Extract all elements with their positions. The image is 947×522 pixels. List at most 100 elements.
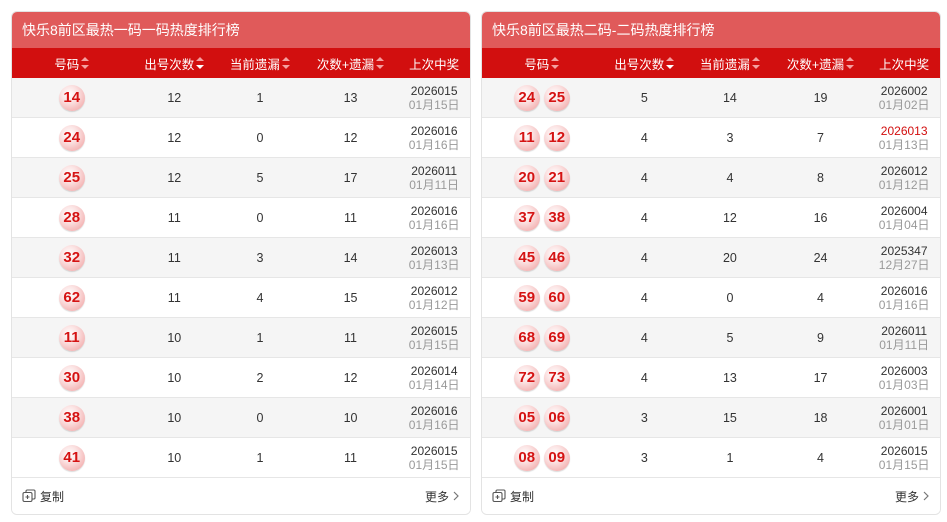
number-cell: 14 — [12, 78, 131, 117]
miss-cell: 1 — [256, 90, 264, 105]
miss-cell: 3 — [256, 250, 264, 265]
sum-cell: 14 — [343, 250, 358, 265]
number-ball: 24 — [513, 84, 540, 111]
number-cell: 41 — [12, 438, 131, 477]
sum-cell: 13 — [343, 90, 358, 105]
last-win-cell: 2026001 01月01日 — [868, 398, 940, 437]
period-number: 2026002 — [880, 83, 928, 98]
table-row: 62 11 4 15 2026012 01月12日 — [12, 278, 470, 318]
number-ball: 25 — [58, 164, 85, 191]
draw-date: 01月15日 — [408, 97, 460, 112]
number-ball: 21 — [543, 164, 570, 191]
number-cell: 59 60 — [482, 278, 601, 317]
number-ball: 38 — [58, 404, 85, 431]
last-win-cell: 2026002 01月02日 — [868, 78, 940, 117]
period-number: 2026003 — [880, 363, 928, 378]
sum-cell: 8 — [817, 170, 824, 185]
sum-cell: 24 — [813, 250, 828, 265]
number-ball: 69 — [543, 324, 570, 351]
more-link[interactable]: 更多 — [425, 488, 460, 505]
count-cell: 12 — [167, 90, 182, 105]
number-cell: 11 — [12, 318, 131, 357]
number-cell: 20 21 — [482, 158, 601, 197]
sort-icon — [196, 57, 205, 69]
period-number: 2026016 — [410, 203, 458, 218]
number-ball: 06 — [543, 404, 570, 431]
draw-date: 01月14日 — [408, 377, 460, 392]
table-row: 05 06 3 15 18 2026001 01月01日 — [482, 398, 940, 438]
col-miss[interactable]: 当前遗漏 — [217, 48, 303, 78]
period-number: 2026016 — [410, 403, 458, 418]
miss-cell: 15 — [722, 410, 737, 425]
last-win-cell: 2026012 01月12日 — [398, 278, 470, 317]
hot-single-ranking-panel: 快乐8前区最热一码一码热度排行榜 号码 出号次数 当前遗漏 次数+遗漏 上次中奖… — [11, 11, 471, 515]
draw-date: 01月04日 — [878, 217, 930, 232]
chevron-right-icon — [923, 491, 929, 501]
col-last-win: 上次中奖 — [409, 57, 460, 72]
number-ball: 11 — [58, 324, 85, 351]
col-count[interactable]: 出号次数 — [131, 48, 217, 78]
col-count[interactable]: 出号次数 — [601, 48, 687, 78]
number-ball: 41 — [58, 444, 85, 471]
last-win-cell: 2026015 01月15日 — [398, 78, 470, 117]
number-ball: 11 — [513, 124, 540, 151]
number-cell: 32 — [12, 238, 131, 277]
period-number: 2026004 — [880, 203, 928, 218]
number-cell: 62 — [12, 278, 131, 317]
table-row: 45 46 4 20 24 2025347 12月27日 — [482, 238, 940, 278]
miss-cell: 1 — [256, 330, 264, 345]
period-number: 2026016 — [410, 123, 458, 138]
number-cell: 24 25 — [482, 78, 601, 117]
number-ball: 45 — [513, 244, 540, 271]
miss-cell: 0 — [726, 290, 734, 305]
table-row: 20 21 4 4 8 2026012 01月12日 — [482, 158, 940, 198]
miss-cell: 4 — [256, 290, 264, 305]
sum-cell: 11 — [344, 210, 358, 225]
sort-icon — [81, 57, 90, 69]
number-ball: 28 — [58, 204, 85, 231]
sum-cell: 15 — [343, 290, 358, 305]
draw-date: 01月15日 — [408, 457, 460, 472]
col-sum[interactable]: 次数+遗漏 — [773, 48, 869, 78]
col-sum[interactable]: 次数+遗漏 — [303, 48, 399, 78]
number-ball: 38 — [543, 204, 570, 231]
col-number[interactable]: 号码 — [12, 48, 131, 78]
last-win-cell: 2026013 01月13日 — [398, 238, 470, 277]
draw-date: 01月15日 — [408, 337, 460, 352]
period-number: 2026015 — [410, 443, 458, 458]
count-cell: 11 — [167, 290, 181, 305]
hot-pair-ranking-panel: 快乐8前区最热二码-二码热度排行榜 号码 出号次数 当前遗漏 次数+遗漏 上次中… — [481, 11, 941, 515]
table-row: 14 12 1 13 2026015 01月15日 — [12, 78, 470, 118]
number-ball: 24 — [58, 124, 85, 151]
sort-icon — [551, 57, 560, 69]
sum-cell: 4 — [817, 450, 824, 465]
count-cell: 4 — [640, 170, 648, 185]
period-number: 2026014 — [410, 363, 458, 378]
draw-date: 01月02日 — [878, 97, 930, 112]
number-cell: 30 — [12, 358, 131, 397]
draw-date: 12月27日 — [878, 257, 930, 272]
miss-cell: 0 — [256, 410, 264, 425]
sort-icon — [751, 57, 760, 69]
number-ball: 08 — [513, 444, 540, 471]
miss-cell: 12 — [722, 210, 737, 225]
draw-date: 01月16日 — [878, 297, 930, 312]
table-header: 号码 出号次数 当前遗漏 次数+遗漏 上次中奖 — [12, 48, 470, 78]
sum-cell: 19 — [813, 90, 828, 105]
number-ball: 37 — [513, 204, 540, 231]
panel-footer: 复制 更多 — [12, 478, 470, 514]
more-link[interactable]: 更多 — [895, 488, 930, 505]
sum-cell: 4 — [817, 290, 824, 305]
copy-button[interactable]: 复制 — [22, 488, 64, 505]
copy-icon — [22, 489, 36, 503]
sum-cell: 18 — [813, 410, 828, 425]
period-number: 2026011 — [411, 163, 458, 178]
period-number: 2026016 — [880, 283, 928, 298]
copy-icon — [492, 489, 506, 503]
count-cell: 4 — [640, 330, 648, 345]
count-cell: 10 — [167, 330, 182, 345]
number-ball: 25 — [543, 84, 570, 111]
col-number[interactable]: 号码 — [482, 48, 601, 78]
copy-button[interactable]: 复制 — [492, 488, 534, 505]
col-miss[interactable]: 当前遗漏 — [687, 48, 773, 78]
